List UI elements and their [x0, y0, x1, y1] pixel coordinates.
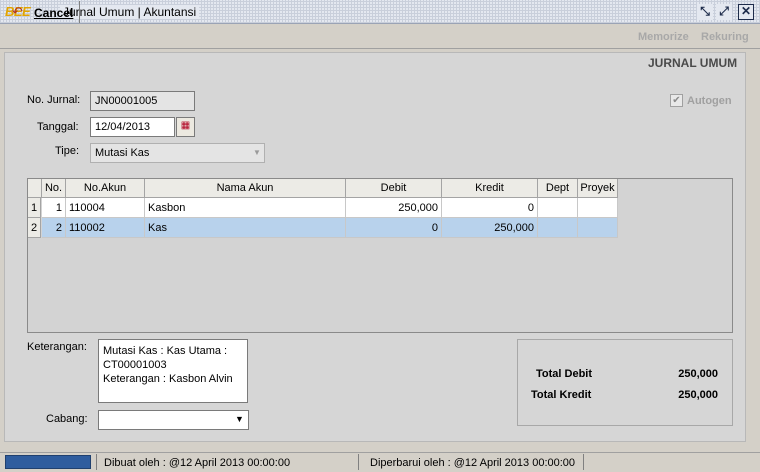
tipe-label: Tipe:	[55, 145, 80, 157]
status-divider	[358, 454, 359, 470]
cancel-label: Cancel	[34, 6, 74, 20]
keterangan-line: Mutasi Kas : Kas Utama :	[103, 345, 228, 357]
cell-no[interactable]: 1	[42, 198, 66, 218]
total-debit-value: 250,000	[678, 368, 718, 380]
totals-panel	[517, 339, 733, 426]
cell-kredit[interactable]: 0	[442, 198, 538, 218]
row-header[interactable]: 2	[28, 218, 41, 238]
tipe-select[interactable]: Mutasi Kas	[90, 143, 265, 163]
cell-proyek[interactable]	[578, 218, 618, 238]
created-by-text: Dibuat oleh : @12 April 2013 00:00:00	[104, 457, 291, 469]
column-header-no[interactable]: No.	[42, 179, 66, 198]
form-title: JURNAL UMUM	[648, 56, 738, 70]
cell-debit[interactable]: 0	[346, 218, 442, 238]
total-kredit-value: 250,000	[678, 389, 718, 401]
autogen-label: Autogen	[687, 95, 732, 107]
cell-nama-akun[interactable]: Kasbon	[145, 198, 346, 218]
tanggal-label: Tanggal:	[37, 121, 79, 133]
window-title: Jurnal Umum | Akuntansi	[60, 5, 200, 19]
column-header-debit[interactable]: Debit	[346, 179, 442, 198]
updated-by-text: Diperbarui oleh : @12 April 2013 00:00:0…	[370, 457, 576, 469]
column-header-no-akun[interactable]: No.Akun	[66, 179, 145, 198]
cell-proyek[interactable]	[578, 198, 618, 218]
no-jurnal-field[interactable]: JN00001005	[90, 91, 195, 111]
row-header[interactable]: 1	[28, 198, 41, 218]
no-jurnal-label: No. Jurnal:	[27, 94, 81, 106]
cell-no[interactable]: 2	[42, 218, 66, 238]
total-kredit-label: Total Kredit	[531, 389, 592, 401]
cabang-select[interactable]	[98, 410, 249, 430]
cell-nama-akun[interactable]: Kas	[145, 218, 346, 238]
keterangan-textarea[interactable]: Mutasi Kas : Kas Utama : CT00001003 Kete…	[98, 339, 248, 403]
column-header-dept[interactable]: Dept	[538, 179, 578, 198]
close-icon[interactable]: ✕	[738, 4, 754, 20]
calendar-icon[interactable]: ▦	[176, 117, 195, 137]
status-divider	[96, 454, 97, 470]
cell-no-akun[interactable]: 110002	[66, 218, 145, 238]
cancel-button[interactable]: ↶ Cancel	[4, 1, 80, 23]
chevron-down-icon: ▼	[253, 148, 261, 157]
undo-arrow-icon: ↶	[12, 4, 23, 19]
maximize-icon[interactable]: ⤢	[716, 4, 732, 20]
chevron-down-icon[interactable]: ▼	[235, 414, 244, 424]
keterangan-line: Keterangan : Kasbon Alvin	[103, 373, 233, 385]
cell-dept[interactable]	[538, 218, 578, 238]
memorize-button[interactable]: Memorize	[638, 31, 689, 43]
cell-debit[interactable]: 250,000	[346, 198, 442, 218]
minimize-icon[interactable]: ⤡	[697, 4, 713, 20]
cell-no-akun[interactable]: 110004	[66, 198, 145, 218]
keterangan-label: Keterangan:	[27, 341, 87, 353]
column-header-nama-akun[interactable]: Nama Akun	[145, 179, 346, 198]
status-divider	[583, 454, 584, 470]
status-progress-bar	[5, 455, 91, 469]
cabang-label: Cabang:	[46, 413, 88, 425]
total-debit-label: Total Debit	[536, 368, 593, 380]
cell-dept[interactable]	[538, 198, 578, 218]
keterangan-line: CT00001003	[103, 359, 167, 371]
cell-kredit[interactable]: 250,000	[442, 218, 538, 238]
grid-corner	[28, 179, 42, 198]
column-header-kredit[interactable]: Kredit	[442, 179, 538, 198]
rekuring-button[interactable]: Rekuring	[701, 31, 749, 43]
column-header-proyek[interactable]: Proyek	[578, 179, 618, 198]
autogen-checkbox[interactable]: ✔	[670, 94, 683, 107]
tanggal-field[interactable]: 12/04/2013	[90, 117, 175, 137]
